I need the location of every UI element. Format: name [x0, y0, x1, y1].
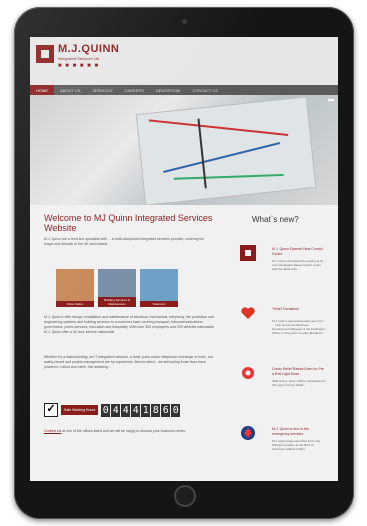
safe-hours-label: Safe Working Hours [61, 405, 99, 415]
safe-hours-counter: 0 4 4 4 1 8 6 0 [101, 403, 181, 417]
service-tile[interactable]: Building Services & Maintenance [98, 269, 136, 307]
contact-link[interactable]: Contact Us [44, 429, 61, 433]
counter-digit: 1 [141, 403, 151, 417]
counter-digit: 0 [101, 403, 111, 417]
service-label: Fibre Optics [56, 301, 94, 307]
content-area: Welcome to MJ Quinn Integrated Services … [30, 205, 338, 481]
whats-new-sidebar: What`s new? M.J. Quinn Opened New Contro… [230, 205, 330, 481]
body-paragraph: M.J. Quinn's offer design, installation … [44, 315, 214, 334]
services-row: Fibre Optics Building Services & Mainten… [56, 269, 178, 307]
service-tile[interactable]: Fibre Optics [56, 269, 94, 307]
browser-screen: M.J.QUINN Integrated Services Ltd ■ ■ ■ … [30, 37, 338, 481]
heart-icon [240, 305, 256, 321]
logo-icon[interactable] [36, 45, 54, 63]
news-item[interactable]: M.J. Quinn in box in the emergency servi… [234, 421, 326, 465]
site-header: M.J.QUINN Integrated Services Ltd ■ ■ ■ … [30, 37, 338, 85]
counter-digit: 0 [171, 403, 181, 417]
sidebar-title: What`s new? [252, 215, 299, 224]
news-body: M.J. Quinn sponsored employees from ... … [272, 319, 326, 335]
emergency-badge-icon [240, 425, 256, 441]
nav-item-about[interactable]: ABOUT US [54, 85, 86, 95]
map-line [163, 142, 281, 173]
counter-digit: 4 [111, 403, 121, 417]
news-body: M.J. Quinn have launched its for the Pla… [272, 439, 321, 451]
intro-text: M.J. Quinn are a front line specialist w… [44, 237, 205, 246]
hero-banner [30, 95, 338, 205]
comic-relief-icon [240, 365, 256, 381]
counter-digit: 6 [161, 403, 171, 417]
main-nav: HOME ABOUT US SERVICES CAREERS NEWSROOM … [30, 85, 338, 95]
counter-digit: 8 [151, 403, 161, 417]
service-tile[interactable]: Telecoms [140, 269, 178, 307]
nav-item-services[interactable]: SERVICES [86, 85, 118, 95]
nav-item-contact[interactable]: CONTACT US [186, 85, 224, 95]
news-headline[interactable]: M.J. Quinn in box in the emergency servi… [272, 427, 326, 436]
checkmark-icon: ✓ [44, 403, 58, 417]
contact-text: at one of the offices listed and we will… [62, 429, 186, 433]
service-label: Building Services & Maintenance [98, 297, 136, 307]
map-line [148, 119, 289, 136]
contact-paragraph: Contact Us at one of the offices listed … [44, 429, 214, 434]
body-paragraph: Whether it's a listed building, an IT in… [44, 355, 213, 369]
counter-digit: 4 [121, 403, 131, 417]
camera-icon [182, 19, 187, 24]
service-label: Telecoms [140, 301, 178, 307]
hero-tab[interactable] [328, 99, 334, 101]
news-headline[interactable]: Comic Relief Raises Even for Pre a Red L… [272, 367, 326, 376]
news-body: M.J. Quinn increased the seating at its … [272, 259, 324, 271]
nav-item-newsroom[interactable]: NEWSROOM [150, 85, 186, 95]
news-item[interactable]: Comic Relief Raises Even for Pre a Red L… [234, 361, 326, 405]
map-line [173, 173, 284, 180]
safe-hours-row: ✓ Safe Working Hours 0 4 4 4 1 8 6 0 [44, 403, 181, 417]
hero-network-map [135, 96, 317, 205]
mjq-logo-icon [240, 245, 256, 261]
news-body: Staff at M.J. Quinn offices participated… [272, 379, 326, 387]
tablet-frame: M.J.QUINN Integrated Services Ltd ■ ■ ■ … [14, 7, 354, 519]
news-headline[interactable]: M.J. Quinn Opened New Control Centre [272, 247, 326, 256]
nav-item-careers[interactable]: CAREERS [119, 85, 150, 95]
news-headline[interactable]: Think't Donations [272, 307, 326, 312]
news-item[interactable]: Think't Donations M.J. Quinn sponsored e… [234, 301, 326, 345]
page-title: Welcome to MJ Quinn Integrated Services … [44, 213, 213, 233]
nav-item-home[interactable]: HOME [30, 85, 54, 95]
brand-squares: ■ ■ ■ ■ ■ ■ [58, 63, 100, 69]
home-button[interactable] [174, 485, 196, 507]
brand-subtitle: Integrated Services Ltd [58, 56, 100, 61]
brand-name[interactable]: M.J.QUINN [58, 43, 119, 55]
counter-digit: 4 [131, 403, 141, 417]
news-item[interactable]: M.J. Quinn Opened New Control Centre M.J… [234, 241, 326, 285]
